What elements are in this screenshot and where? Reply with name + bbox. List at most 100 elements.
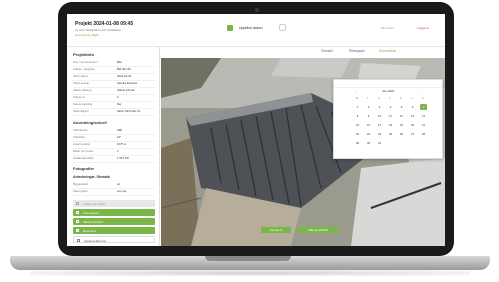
info-row: Status sökning Status 1/5 klar xyxy=(73,88,155,95)
month-label: Jan 2024 xyxy=(382,89,395,93)
row-key: Taket gräns xyxy=(73,189,88,193)
laptop-frame: Projekt 2024-01-08 09:45 Vy över fastigh… xyxy=(0,0,499,282)
tab-drone-images[interactable]: Drönarbilder xyxy=(379,49,397,53)
weekday-label: S xyxy=(422,97,424,100)
section-project-heading: Projektinfo xyxy=(73,52,94,57)
row-value: 1 567 kW xyxy=(117,156,129,160)
button-label: Ladda upp bilder xyxy=(83,202,106,206)
day-cell[interactable]: 28 xyxy=(420,131,427,137)
row-key: Status sökning xyxy=(73,88,92,92)
row-value: Plåt xyxy=(117,128,122,132)
laptop-shadow xyxy=(30,270,470,276)
info-row: Byggnadsår ok xyxy=(73,182,155,189)
day-cell[interactable]: 3 xyxy=(376,104,383,110)
date-button[interactable]: Upptäck datum xyxy=(239,26,263,30)
account-link[interactable]: Min konto xyxy=(381,26,394,30)
sidebar: Projektinfo Proj. nummer/namn Bbs Adress … xyxy=(67,47,160,246)
day-cell[interactable]: 13 xyxy=(409,113,416,119)
row-value: 2 xyxy=(117,95,119,99)
day-cell[interactable]: 8 xyxy=(354,113,361,119)
day-cell[interactable]: 26 xyxy=(398,131,405,137)
row-key: Antal moduler xyxy=(73,142,91,146)
day-cell[interactable]: 10 xyxy=(376,113,383,119)
day-cell[interactable]: 1 xyxy=(354,104,361,110)
day-cell[interactable]: 19 xyxy=(398,122,405,128)
day-cell[interactable]: 12 xyxy=(398,113,405,119)
export-button[interactable]: Exportera xyxy=(73,227,155,234)
lock-icon xyxy=(77,239,80,242)
zoom-in-button[interactable]: Zooma in xyxy=(261,227,291,233)
measure-area-button[interactable]: Mät yta på bild xyxy=(297,227,339,233)
row-value: Lös yta xyxy=(117,189,127,193)
day-cell[interactable]: 9 xyxy=(365,113,372,119)
info-row: Takvinkel 10° xyxy=(73,135,155,142)
info-row: Stock ansvar Sandra Zenkvist xyxy=(73,81,155,88)
prev-month-button[interactable]: ‹ xyxy=(356,89,357,93)
upload-images-button[interactable]: Ladda upp bilder xyxy=(73,200,155,207)
send-to-customer-button[interactable]: Skicka till kund xyxy=(73,218,155,225)
info-row: Effekt per modul 2 xyxy=(73,149,155,156)
project-subtitle: Vy över fastigheten och installation xyxy=(75,28,122,32)
calendar-icon[interactable] xyxy=(227,25,233,31)
day-cell[interactable]: 16 xyxy=(365,122,372,128)
day-cell[interactable]: 17 xyxy=(376,122,383,128)
row-key: Byggnadsår xyxy=(73,182,88,186)
logout-link[interactable]: Logga ut xyxy=(417,26,429,30)
day-cell[interactable]: 7 xyxy=(420,104,427,110)
weekday-label: F xyxy=(400,97,402,100)
section-photos-heading: Fotografier xyxy=(73,166,95,171)
next-month-button[interactable]: › xyxy=(418,89,419,93)
upload-icon xyxy=(76,202,79,205)
row-value: Sandra Zenkvist xyxy=(117,81,138,85)
project-status: Granskning pågår xyxy=(75,33,99,37)
day-cell[interactable]: 15 xyxy=(354,122,361,128)
day-cell[interactable]: 21 xyxy=(420,122,427,128)
row-value: Status 1/5 klar xyxy=(117,88,135,92)
drone-image-view[interactable]: ‹ Jan 2024 › MTOTFLS 1 2 3 4 5 6 7 8 9 10 11 12 13 14… xyxy=(161,58,445,246)
row-value: Bbf 001-60 xyxy=(117,67,131,71)
view-report-button[interactable]: Visa rapport xyxy=(73,209,155,216)
info-row: Proj. nummer/namn Bbs xyxy=(73,60,155,67)
row-key: Takyta m² xyxy=(73,95,86,99)
info-row: Installerad effekt 1 567 kW xyxy=(73,156,155,163)
header: Projekt 2024-01-08 09:45 Vy över fastigh… xyxy=(67,14,445,47)
day-cell[interactable]: 24 xyxy=(376,131,383,137)
weekday-label: T xyxy=(389,97,391,100)
day-cell[interactable]: 5 xyxy=(398,104,405,110)
day-cell[interactable]: 20 xyxy=(409,122,416,128)
camera-icon xyxy=(255,8,259,12)
day-cell[interactable]: 25 xyxy=(387,131,394,137)
day-cell[interactable]: 23 xyxy=(365,131,372,137)
app-window: Projekt 2024-01-08 09:45 Vy över fastigh… xyxy=(67,14,445,246)
manage-access-button[interactable]: Hantera åtkomst xyxy=(73,236,155,243)
settings-icon[interactable] xyxy=(279,24,286,31)
tab-overview[interactable]: Översikt xyxy=(321,49,333,53)
row-key: Adress / fastighet xyxy=(73,67,95,71)
day-cell[interactable]: 11 xyxy=(387,113,394,119)
weekday-label: O xyxy=(378,97,381,100)
day-cell[interactable]: 18 xyxy=(387,122,394,128)
laptop-lid: Projekt 2024-01-08 09:45 Vy över fastigh… xyxy=(58,2,454,256)
weekday-label: M xyxy=(356,97,359,100)
info-row: Antal moduler 1675 st xyxy=(73,142,155,149)
row-value: 1675 st xyxy=(117,142,127,146)
laptop-notch xyxy=(205,256,291,261)
export-icon xyxy=(76,229,79,232)
button-label: Exportera xyxy=(83,229,97,233)
tab-drawings[interactable]: Ritningsdel xyxy=(349,49,365,53)
day-cell[interactable]: 4 xyxy=(387,104,394,110)
day-cell[interactable]: 31 xyxy=(376,140,383,146)
day-cell[interactable]: 22 xyxy=(354,131,361,137)
day-cell[interactable]: 6 xyxy=(409,104,416,110)
row-key: Status koppling xyxy=(73,102,93,106)
date-picker[interactable]: ‹ Jan 2024 › MTOTFLS 1 2 3 4 5 6 7 8 9 10 11 12 13 14… xyxy=(333,79,443,159)
day-cell[interactable]: 29 xyxy=(354,140,361,146)
day-cell[interactable]: 2 xyxy=(365,104,372,110)
weekday-label: L xyxy=(411,97,413,100)
button-label: Skicka till kund xyxy=(83,220,103,224)
row-key: Proj. nummer/namn xyxy=(73,60,98,64)
day-cell[interactable]: 30 xyxy=(365,140,372,146)
row-value: 2 xyxy=(117,149,119,153)
day-cell[interactable]: 27 xyxy=(409,131,416,137)
day-cell[interactable]: 14 xyxy=(420,113,427,119)
